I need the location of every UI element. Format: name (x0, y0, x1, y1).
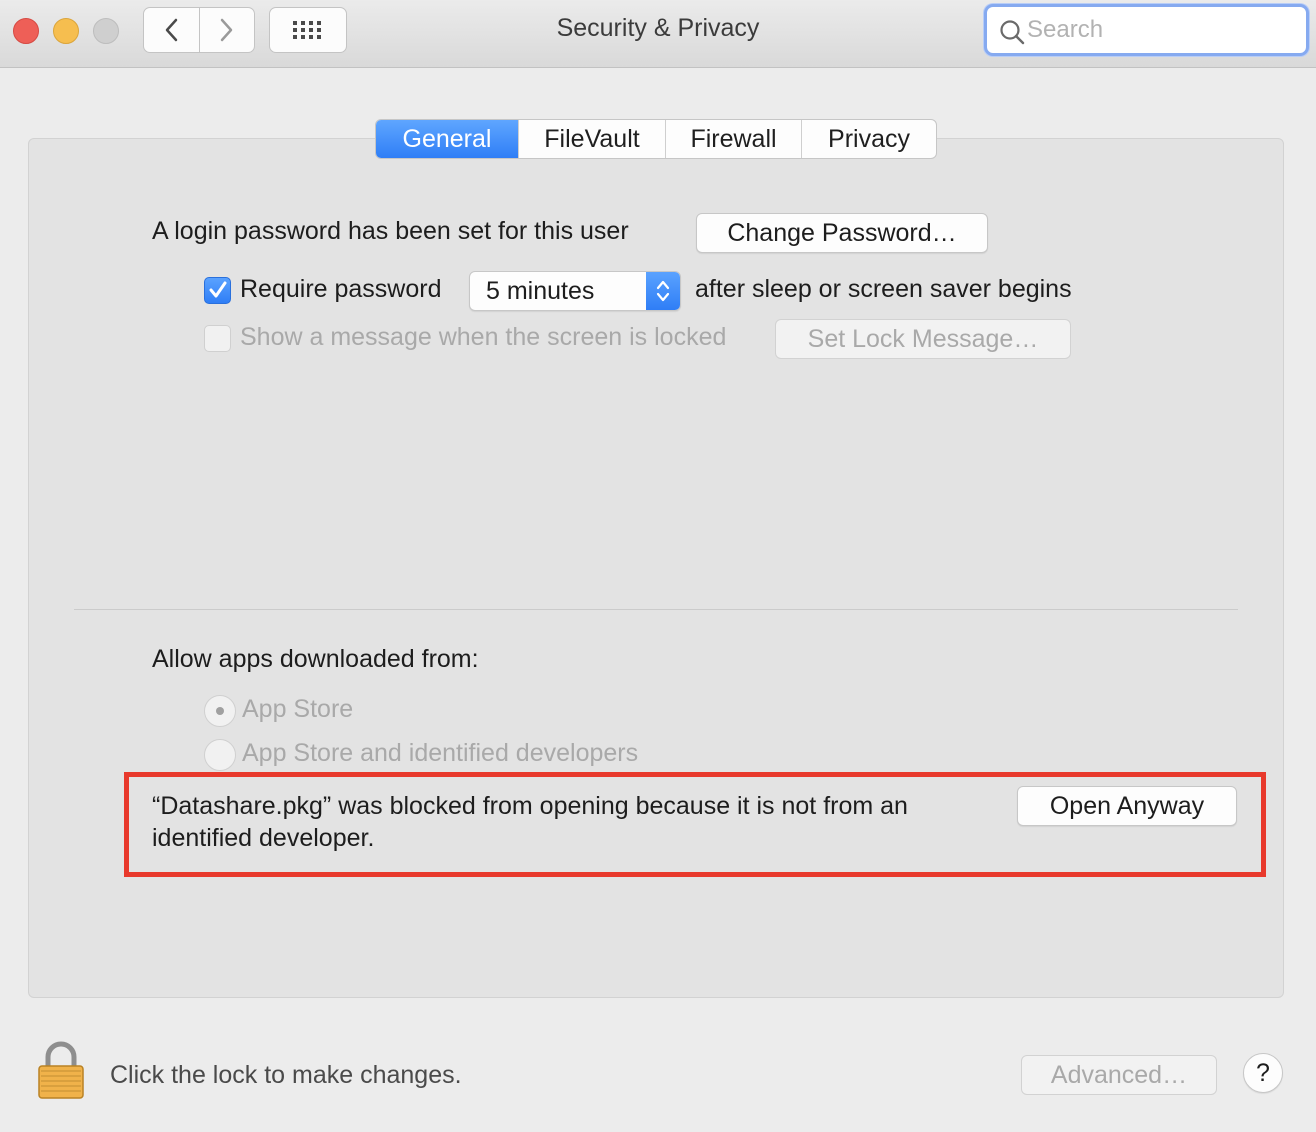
password-delay-select[interactable]: 5 minutes (469, 271, 681, 311)
tab-bar: General FileVault Firewall Privacy (375, 119, 937, 159)
checkmark-icon (209, 281, 227, 298)
radio-app-store-identified[interactable] (204, 739, 236, 771)
after-sleep-text: after sleep or screen saver begins (695, 275, 1072, 303)
open-anyway-button[interactable]: Open Anyway (1017, 786, 1237, 826)
radio-selected-dot (216, 707, 224, 715)
tab-general[interactable]: General (376, 120, 518, 158)
blocked-app-message: “Datashare.pkg” was blocked from opening… (152, 792, 908, 852)
change-password-button[interactable]: Change Password… (696, 213, 988, 253)
search-input[interactable] (1027, 15, 1297, 45)
radio-app-store-identified-label: App Store and identified developers (242, 739, 639, 767)
login-password-text: A login password has been set for this u… (152, 217, 629, 245)
password-delay-value: 5 minutes (486, 277, 595, 305)
radio-app-store-label: App Store (242, 695, 354, 723)
title-bar: Security & Privacy (0, 0, 1316, 68)
section-divider (74, 609, 1238, 610)
search-field[interactable] (984, 4, 1309, 56)
show-message-label: Show a message when the screen is locked (240, 323, 727, 351)
tab-firewall[interactable]: Firewall (665, 120, 801, 158)
search-icon (1000, 20, 1025, 45)
help-button[interactable]: ? (1243, 1053, 1283, 1093)
require-password-checkbox[interactable] (204, 277, 231, 304)
radio-app-store[interactable] (204, 695, 236, 727)
advanced-button[interactable]: Advanced… (1021, 1055, 1217, 1095)
show-message-checkbox[interactable] (204, 325, 231, 352)
tab-filevault[interactable]: FileVault (518, 120, 665, 158)
lock-icon[interactable] (36, 1040, 86, 1100)
allow-apps-heading: Allow apps downloaded from: (152, 645, 479, 673)
tab-privacy[interactable]: Privacy (801, 120, 936, 158)
set-lock-message-button[interactable]: Set Lock Message… (775, 319, 1071, 359)
lock-text: Click the lock to make changes. (110, 1061, 462, 1089)
select-arrows-icon (646, 272, 680, 310)
require-password-label: Require password (240, 275, 442, 303)
